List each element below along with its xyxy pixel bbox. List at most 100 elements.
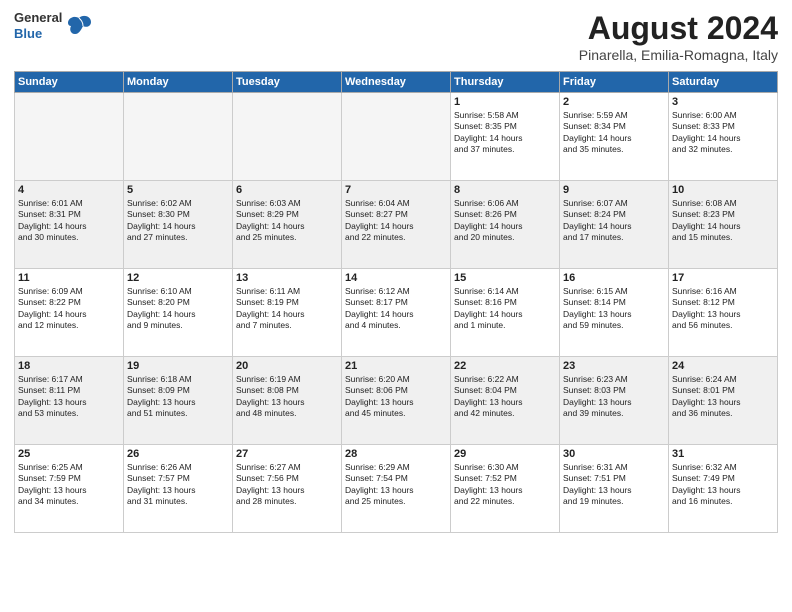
day-info: Sunrise: 6:30 AM Sunset: 7:52 PM Dayligh… bbox=[454, 462, 556, 508]
day-info: Sunrise: 6:01 AM Sunset: 8:31 PM Dayligh… bbox=[18, 198, 120, 244]
calendar-day-cell: 10 Sunrise: 6:08 AM Sunset: 8:23 PM Dayli… bbox=[669, 181, 778, 269]
day-info: Sunrise: 6:11 AM Sunset: 8:19 PM Dayligh… bbox=[236, 286, 338, 332]
calendar-day-cell: 25 Sunrise: 6:25 AM Sunset: 7:59 PM Dayli… bbox=[15, 445, 124, 533]
calendar-day-cell bbox=[124, 93, 233, 181]
day-info: Sunrise: 5:59 AM Sunset: 8:34 PM Dayligh… bbox=[563, 110, 665, 156]
day-info: Sunrise: 6:06 AM Sunset: 8:26 PM Dayligh… bbox=[454, 198, 556, 244]
day-info: Sunrise: 6:20 AM Sunset: 8:06 PM Dayligh… bbox=[345, 374, 447, 420]
day-number: 24 bbox=[672, 360, 774, 372]
day-number: 1 bbox=[454, 96, 556, 108]
day-info: Sunrise: 6:08 AM Sunset: 8:23 PM Dayligh… bbox=[672, 198, 774, 244]
day-number: 3 bbox=[672, 96, 774, 108]
calendar-day-cell: 6 Sunrise: 6:03 AM Sunset: 8:29 PM Daylig… bbox=[233, 181, 342, 269]
calendar-day-cell: 30Sunrise: 6:31 AM Sunset: 7:51 PM Dayli… bbox=[560, 445, 669, 533]
day-number: 29 bbox=[454, 448, 556, 460]
day-info: Sunrise: 6:24 AM Sunset: 8:01 PM Dayligh… bbox=[672, 374, 774, 420]
day-number: 17 bbox=[672, 272, 774, 284]
calendar-day-cell: 12 Sunrise: 6:10 AM Sunset: 8:20 PM Dayli… bbox=[124, 269, 233, 357]
calendar-day-cell bbox=[15, 93, 124, 181]
title-block: August 2024 Pinarella, Emilia-Romagna, I… bbox=[579, 10, 778, 63]
calendar-week-row: 11 Sunrise: 6:09 AM Sunset: 8:22 PM Dayli… bbox=[15, 269, 778, 357]
calendar-day-cell: 29 Sunrise: 6:30 AM Sunset: 7:52 PM Dayli… bbox=[451, 445, 560, 533]
day-number: 10 bbox=[672, 184, 774, 196]
day-number: 28 bbox=[345, 448, 447, 460]
calendar-week-row: 18Sunrise: 6:17 AM Sunset: 8:11 PM Dayli… bbox=[15, 357, 778, 445]
day-number: 13 bbox=[236, 272, 338, 284]
month-title: August 2024 bbox=[579, 10, 778, 47]
weekday-header-wednesday: Wednesday bbox=[342, 72, 451, 93]
page: General Blue August 2024 Pinarella, Emil… bbox=[0, 0, 792, 612]
day-number: 19 bbox=[127, 360, 229, 372]
day-number: 23 bbox=[563, 360, 665, 372]
day-number: 8 bbox=[454, 184, 556, 196]
day-info: Sunrise: 6:00 AM Sunset: 8:33 PM Dayligh… bbox=[672, 110, 774, 156]
day-number: 5 bbox=[127, 184, 229, 196]
day-number: 21 bbox=[345, 360, 447, 372]
day-info: Sunrise: 6:15 AM Sunset: 8:14 PM Dayligh… bbox=[563, 286, 665, 332]
day-info: Sunrise: 6:29 AM Sunset: 7:54 PM Dayligh… bbox=[345, 462, 447, 508]
calendar-day-cell: 4 Sunrise: 6:01 AM Sunset: 8:31 PM Daylig… bbox=[15, 181, 124, 269]
calendar-day-cell: 27Sunrise: 6:27 AM Sunset: 7:56 PM Dayli… bbox=[233, 445, 342, 533]
day-info: Sunrise: 6:04 AM Sunset: 8:27 PM Dayligh… bbox=[345, 198, 447, 244]
day-info: Sunrise: 6:25 AM Sunset: 7:59 PM Dayligh… bbox=[18, 462, 120, 508]
calendar-header-row: SundayMondayTuesdayWednesdayThursdayFrid… bbox=[15, 72, 778, 93]
logo-bird-icon bbox=[65, 12, 93, 40]
weekday-header-tuesday: Tuesday bbox=[233, 72, 342, 93]
day-info: Sunrise: 6:17 AM Sunset: 8:11 PM Dayligh… bbox=[18, 374, 120, 420]
day-number: 11 bbox=[18, 272, 120, 284]
calendar-day-cell: 14 Sunrise: 6:12 AM Sunset: 8:17 PM Dayli… bbox=[342, 269, 451, 357]
calendar-day-cell: 2Sunrise: 5:59 AM Sunset: 8:34 PM Daylig… bbox=[560, 93, 669, 181]
calendar-day-cell: 26Sunrise: 6:26 AM Sunset: 7:57 PM Dayli… bbox=[124, 445, 233, 533]
day-number: 27 bbox=[236, 448, 338, 460]
calendar-day-cell: 20Sunrise: 6:19 AM Sunset: 8:08 PM Dayli… bbox=[233, 357, 342, 445]
calendar-day-cell: 1Sunrise: 5:58 AM Sunset: 8:35 PM Daylig… bbox=[451, 93, 560, 181]
day-number: 22 bbox=[454, 360, 556, 372]
day-number: 25 bbox=[18, 448, 120, 460]
day-number: 14 bbox=[345, 272, 447, 284]
day-info: Sunrise: 6:32 AM Sunset: 7:49 PM Dayligh… bbox=[672, 462, 774, 508]
day-info: Sunrise: 6:07 AM Sunset: 8:24 PM Dayligh… bbox=[563, 198, 665, 244]
calendar-day-cell: 18Sunrise: 6:17 AM Sunset: 8:11 PM Dayli… bbox=[15, 357, 124, 445]
day-info: Sunrise: 6:10 AM Sunset: 8:20 PM Dayligh… bbox=[127, 286, 229, 332]
day-number: 26 bbox=[127, 448, 229, 460]
day-info: Sunrise: 6:31 AM Sunset: 7:51 PM Dayligh… bbox=[563, 462, 665, 508]
calendar-day-cell bbox=[342, 93, 451, 181]
calendar-day-cell: 9 Sunrise: 6:07 AM Sunset: 8:24 PM Daylig… bbox=[560, 181, 669, 269]
calendar-day-cell: 28 Sunrise: 6:29 AM Sunset: 7:54 PM Dayli… bbox=[342, 445, 451, 533]
day-info: Sunrise: 6:12 AM Sunset: 8:17 PM Dayligh… bbox=[345, 286, 447, 332]
weekday-header-saturday: Saturday bbox=[669, 72, 778, 93]
calendar-day-cell: 22 Sunrise: 6:22 AM Sunset: 8:04 PM Dayli… bbox=[451, 357, 560, 445]
day-info: Sunrise: 6:23 AM Sunset: 8:03 PM Dayligh… bbox=[563, 374, 665, 420]
day-number: 12 bbox=[127, 272, 229, 284]
calendar-week-row: 1Sunrise: 5:58 AM Sunset: 8:35 PM Daylig… bbox=[15, 93, 778, 181]
calendar-day-cell: 15 Sunrise: 6:14 AM Sunset: 8:16 PM Dayli… bbox=[451, 269, 560, 357]
day-number: 9 bbox=[563, 184, 665, 196]
day-number: 15 bbox=[454, 272, 556, 284]
day-info: Sunrise: 6:03 AM Sunset: 8:29 PM Dayligh… bbox=[236, 198, 338, 244]
header: General Blue August 2024 Pinarella, Emil… bbox=[14, 10, 778, 63]
calendar-week-row: 4 Sunrise: 6:01 AM Sunset: 8:31 PM Daylig… bbox=[15, 181, 778, 269]
calendar-day-cell: 24 Sunrise: 6:24 AM Sunset: 8:01 PM Dayli… bbox=[669, 357, 778, 445]
logo-general: General bbox=[14, 10, 62, 26]
weekday-header-friday: Friday bbox=[560, 72, 669, 93]
day-info: Sunrise: 6:18 AM Sunset: 8:09 PM Dayligh… bbox=[127, 374, 229, 420]
location-title: Pinarella, Emilia-Romagna, Italy bbox=[579, 47, 778, 63]
calendar-day-cell: 3 Sunrise: 6:00 AM Sunset: 8:33 PM Daylig… bbox=[669, 93, 778, 181]
day-number: 6 bbox=[236, 184, 338, 196]
day-number: 4 bbox=[18, 184, 120, 196]
logo-blue: Blue bbox=[14, 26, 62, 42]
day-info: Sunrise: 6:14 AM Sunset: 8:16 PM Dayligh… bbox=[454, 286, 556, 332]
calendar-week-row: 25 Sunrise: 6:25 AM Sunset: 7:59 PM Dayli… bbox=[15, 445, 778, 533]
calendar-day-cell: 31Sunrise: 6:32 AM Sunset: 7:49 PM Dayli… bbox=[669, 445, 778, 533]
calendar-day-cell: 19 Sunrise: 6:18 AM Sunset: 8:09 PM Dayli… bbox=[124, 357, 233, 445]
day-info: Sunrise: 6:09 AM Sunset: 8:22 PM Dayligh… bbox=[18, 286, 120, 332]
day-number: 20 bbox=[236, 360, 338, 372]
day-number: 7 bbox=[345, 184, 447, 196]
day-info: Sunrise: 6:22 AM Sunset: 8:04 PM Dayligh… bbox=[454, 374, 556, 420]
calendar-day-cell: 11 Sunrise: 6:09 AM Sunset: 8:22 PM Dayli… bbox=[15, 269, 124, 357]
weekday-header-thursday: Thursday bbox=[451, 72, 560, 93]
calendar-day-cell: 7 Sunrise: 6:04 AM Sunset: 8:27 PM Daylig… bbox=[342, 181, 451, 269]
calendar-day-cell: 21 Sunrise: 6:20 AM Sunset: 8:06 PM Dayli… bbox=[342, 357, 451, 445]
calendar-day-cell: 8 Sunrise: 6:06 AM Sunset: 8:26 PM Daylig… bbox=[451, 181, 560, 269]
calendar-day-cell: 17Sunrise: 6:16 AM Sunset: 8:12 PM Dayli… bbox=[669, 269, 778, 357]
